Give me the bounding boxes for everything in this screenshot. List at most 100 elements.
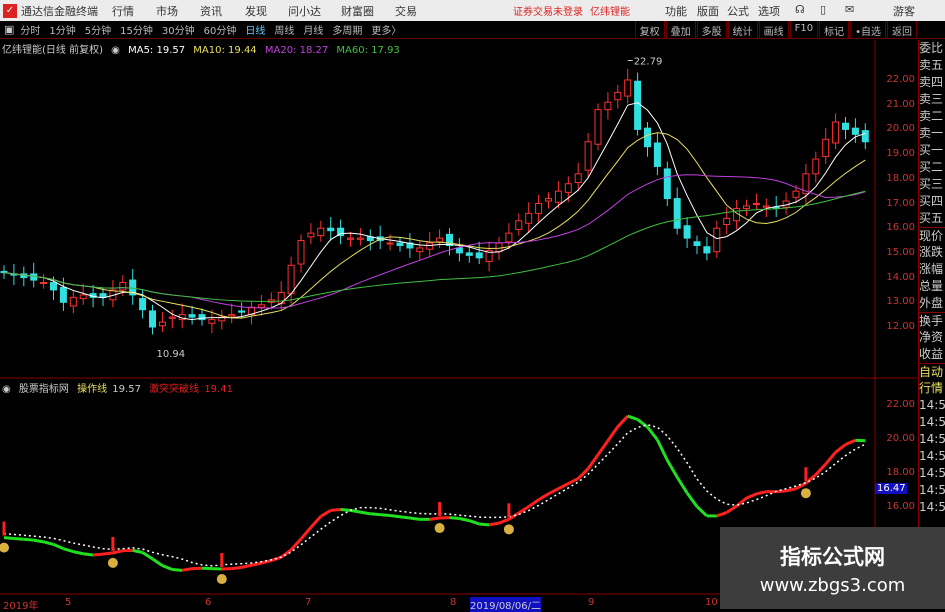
candle-body (298, 241, 304, 264)
sidebar-item: 14:50 (919, 499, 945, 516)
price-axis-label: 21.00 (886, 99, 915, 110)
operation-line-segment (63, 549, 73, 552)
operation-line-segment (232, 567, 242, 568)
kline-chart[interactable]: 22.7910.94 (0, 0, 918, 609)
candle-body (318, 228, 324, 235)
operation-line-segment (539, 494, 549, 500)
candle-body (704, 247, 710, 253)
operation-line-segment (816, 464, 826, 475)
candle-body (100, 294, 106, 298)
sidebar-item: 涨幅 (919, 261, 945, 278)
buy-signal-bar (804, 467, 807, 481)
candle-body (41, 283, 47, 284)
time-axis-label: 2019/08/06/二 (470, 597, 541, 612)
operation-line-segment (54, 544, 64, 548)
sidebar-item: 行情 (919, 380, 945, 397)
candle-body (763, 206, 769, 207)
time-axis-label: 5 (65, 597, 71, 608)
operation-line-segment (172, 569, 182, 570)
coin-icon (0, 543, 9, 553)
operation-line-segment (677, 477, 687, 493)
price-axis-label: 19.00 (886, 148, 915, 159)
candle-body (308, 233, 314, 237)
operation-line-segment (549, 489, 559, 494)
operation-line-segment (489, 523, 499, 525)
operation-line-segment (747, 494, 757, 498)
operation-line-segment (578, 469, 588, 479)
sidebar-item: 14:50 (919, 397, 945, 414)
operation-line-segment (638, 419, 648, 427)
candle-body (744, 206, 750, 208)
sidebar-item: 收益 (919, 346, 945, 363)
operation-line-segment (400, 517, 410, 518)
operation-line-segment (826, 452, 836, 464)
sidebar-item: 卖五 (919, 57, 945, 74)
sidebar-item: 总量 (919, 278, 945, 295)
candle-body (427, 243, 433, 249)
candle-body (862, 131, 868, 142)
candle-body (466, 253, 472, 255)
operation-line-segment (657, 440, 667, 460)
sidebar-item: 14:50 (919, 431, 945, 448)
candle-body (674, 199, 680, 229)
sidebar-item: 买二 (919, 159, 945, 176)
candle-body (615, 92, 621, 99)
sidebar-item: 卖二 (919, 108, 945, 125)
operation-line-segment (390, 516, 400, 517)
operation-line-segment (73, 552, 83, 554)
candle-body (51, 283, 57, 290)
operation-line-segment (836, 445, 846, 453)
operation-line-segment (143, 552, 153, 558)
candle-body (456, 248, 462, 253)
price-axis-label: 22.00 (886, 74, 915, 85)
time-axis-label: 6 (205, 597, 211, 608)
sidebar-item: 现价 (919, 227, 945, 244)
operation-line-segment (499, 519, 509, 523)
buy-signal-bar (220, 553, 223, 567)
time-axis-label: 10 (705, 597, 718, 608)
sidebar-item: 买三 (919, 176, 945, 193)
operation-line-segment (321, 510, 331, 516)
candle-body (526, 213, 532, 223)
candle-body (80, 295, 86, 299)
operation-line-segment (380, 515, 390, 516)
operation-line-segment (618, 416, 628, 427)
candle-body (724, 218, 730, 224)
time-axis-label: 8 (450, 597, 456, 608)
operation-line-segment (331, 510, 341, 511)
sidebar-item: 买一 (919, 142, 945, 159)
operation-line-segment (776, 491, 786, 492)
operation-line-segment (360, 512, 370, 514)
operation-line-segment (113, 551, 123, 553)
candle-body (60, 287, 66, 302)
operation-line-segment (469, 521, 479, 524)
sidebar-item: 换手 (919, 312, 945, 329)
candle-body (813, 159, 819, 174)
sidebar-item: 14:50 (919, 414, 945, 431)
candle-body (664, 169, 670, 199)
operation-line-segment (598, 441, 608, 455)
candle-body (753, 204, 759, 205)
buy-signal-bar (3, 522, 6, 536)
operation-line-segment (341, 510, 351, 511)
candle-body (229, 315, 235, 316)
candle-body (516, 221, 522, 230)
candle-body (189, 315, 195, 317)
candle-body (476, 253, 482, 258)
operation-line-segment (608, 427, 618, 441)
operation-line-segment (648, 427, 658, 440)
sidebar-item: 涨跌 (919, 244, 945, 261)
price-axis-label: 12.00 (886, 321, 915, 332)
candle-body (694, 242, 700, 246)
coin-icon (504, 524, 514, 534)
operation-line-segment (93, 554, 103, 555)
operation-line-segment (133, 550, 143, 552)
sidebar-item: 卖一 (919, 125, 945, 142)
candle-body (654, 143, 660, 166)
operation-line-segment (727, 506, 737, 512)
sidebar-item: 外盘 (919, 295, 945, 312)
sidebar-item: 买五 (919, 210, 945, 227)
sub-axis-label: 16.00 (886, 501, 915, 512)
candle-body (159, 322, 165, 326)
operation-line-segment (14, 538, 24, 539)
